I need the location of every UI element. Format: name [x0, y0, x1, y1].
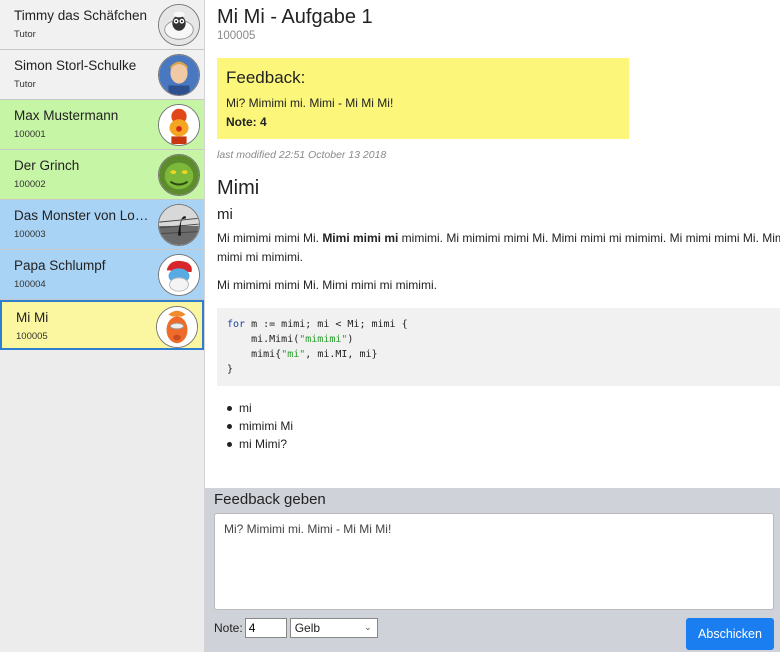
feedback-textarea[interactable]: Mi? Mimimi mi. Mimi - Mi Mi Mi!: [214, 513, 774, 610]
student-item-simon[interactable]: Simon Storl-Schulke Tutor: [0, 50, 204, 100]
main-panel: Mi Mi - Aufgabe 1 100005 Feedback: Mi? M…: [205, 0, 780, 652]
student-name: Simon Storl-Schulke: [14, 58, 137, 73]
give-feedback-panel: Feedback geben Mi? Mimimi mi. Mimi - Mi …: [205, 488, 780, 652]
student-sidebar: Timmy das Schäfchen Tutor Simon Storl-Sc…: [0, 0, 205, 652]
student-item-papa-schlumpf[interactable]: Papa Schlumpf 100004: [0, 250, 204, 300]
color-select-value: Gelb: [294, 621, 321, 635]
feedback-text: Mi? Mimimi mi. Mimi - Mi Mi Mi!: [226, 96, 394, 110]
content-list: mi mimimi Mi mi Mimi?: [227, 399, 780, 453]
beaker-avatar: [156, 306, 198, 348]
content-heading: Mimi: [217, 177, 260, 199]
feedback-box: Feedback: Mi? Mimimi mi. Mimi - Mi Mi Mi…: [217, 58, 629, 139]
code-block: for m := mimi; mi < Mi; mimi { mi.Mimi("…: [217, 308, 780, 386]
submit-button[interactable]: Abschicken: [686, 618, 774, 650]
list-item: mi Mimi?: [227, 435, 780, 453]
content-subheading: mi: [217, 206, 233, 223]
submission-content: Mi Mi - Aufgabe 1 100005 Feedback: Mi? M…: [205, 0, 780, 453]
note-label: Note:: [214, 621, 243, 635]
clown-avatar: [158, 104, 200, 146]
give-feedback-title: Feedback geben: [214, 491, 326, 508]
student-name: Mi Mi: [16, 310, 49, 325]
list-item: mimimi Mi: [227, 417, 780, 435]
bold-text: Mimi mimi mi: [322, 231, 399, 245]
content-paragraph: Mi mimimi mimi Mi. Mimi mimi mi mimimi. …: [217, 231, 780, 264]
page-title: Mi Mi - Aufgabe 1: [217, 6, 373, 28]
color-select[interactable]: Gelb ⌄: [289, 618, 378, 638]
chevron-down-icon: ⌄: [364, 622, 372, 632]
feedback-note: Note: 4: [226, 115, 267, 129]
list-item: mi: [227, 399, 780, 417]
smurf-avatar: [158, 254, 200, 296]
submission-id: 100005: [217, 30, 256, 42]
student-name: Papa Schlumpf: [14, 258, 106, 273]
person-avatar: [158, 54, 200, 96]
student-item-grinch[interactable]: Der Grinch 100002: [0, 150, 204, 200]
note-input[interactable]: [244, 618, 287, 638]
student-name: Das Monster von Loc...: [14, 208, 152, 223]
student-name: Max Mustermann: [14, 108, 119, 123]
student-name: Der Grinch: [14, 158, 80, 173]
student-item-max[interactable]: Max Mustermann 100001: [0, 100, 204, 150]
feedback-title: Feedback:: [226, 68, 306, 87]
content-paragraph-2: Mi mimimi mimi Mi. Mimi mimi mi mimimi.: [217, 278, 437, 292]
student-item-monster[interactable]: Das Monster von Loc... 100003: [0, 200, 204, 250]
student-item-timmy[interactable]: Timmy das Schäfchen Tutor: [0, 0, 204, 50]
grinch-avatar: [158, 154, 200, 196]
nessie-avatar: [158, 204, 200, 246]
student-item-mimi[interactable]: Mi Mi 100005: [0, 300, 204, 350]
last-modified: last modified 22:51 October 13 2018: [217, 149, 387, 161]
student-name: Timmy das Schäfchen: [14, 8, 148, 23]
sheep-avatar: [158, 4, 200, 46]
